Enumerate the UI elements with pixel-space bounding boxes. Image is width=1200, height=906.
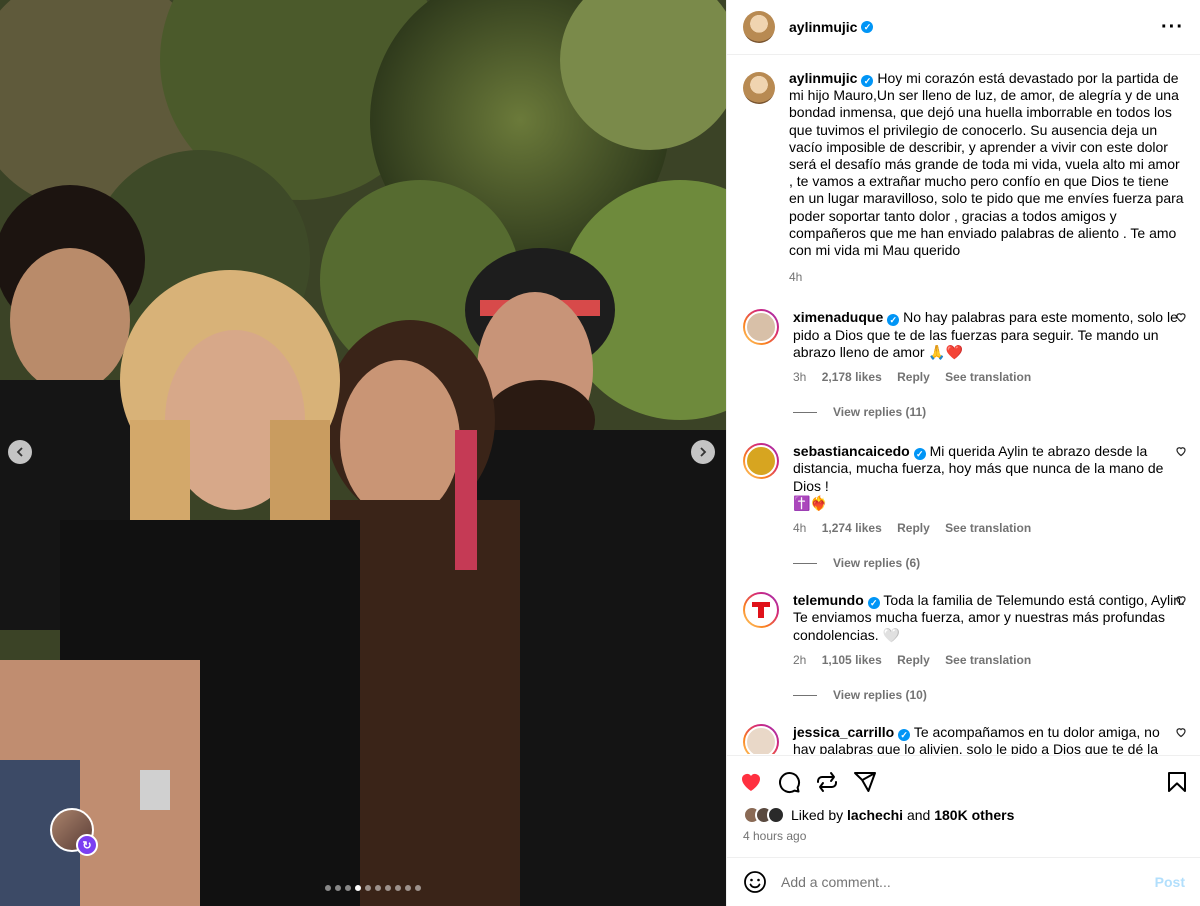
view-replies-button[interactable]: View replies (6) (793, 556, 1200, 570)
post-photo[interactable]: ↻ (0, 0, 726, 906)
comment: telemundo ✓ Toda la familia de Telemundo … (727, 592, 1200, 669)
reply-button[interactable]: Reply (897, 370, 930, 384)
next-image-button[interactable] (691, 440, 715, 464)
verified-icon: ✓ (913, 448, 926, 461)
tagged-users-icon[interactable]: ↻ (76, 834, 98, 856)
likes-summary[interactable]: Liked by lachechi and 180K others (743, 806, 1014, 824)
reply-button[interactable]: Reply (897, 653, 930, 667)
share-icon[interactable] (853, 770, 877, 794)
verified-icon: ✓ (887, 314, 900, 327)
like-comment-icon[interactable] (1175, 311, 1187, 323)
post-timestamp[interactable]: 4 hours ago (743, 829, 806, 843)
chevron-right-icon (700, 447, 707, 457)
commenter-avatar[interactable] (743, 724, 779, 754)
carousel-dot (375, 885, 381, 891)
commenter-username[interactable]: telemundo (793, 592, 864, 608)
commenter-username[interactable]: sebastiancaicedo (793, 443, 910, 459)
liked-by-and: and (906, 807, 931, 823)
verified-icon: ✓ (898, 729, 911, 742)
author-username[interactable]: aylinmujic (789, 19, 857, 35)
see-translation-button[interactable]: See translation (945, 521, 1031, 535)
post-panel: aylinmujic ✓ ··· aylinmujic ✓ Hoy mi cora… (726, 0, 1200, 906)
post-header: aylinmujic ✓ ··· (727, 0, 1200, 55)
verified-icon: ✓ (861, 21, 874, 33)
liked-by-others[interactable]: 180K others (934, 807, 1014, 823)
post-image (0, 0, 726, 906)
replies-divider (793, 694, 817, 696)
liked-by-user[interactable]: lachechi (847, 807, 903, 823)
post-actions (727, 755, 1200, 807)
repost-icon[interactable] (815, 770, 839, 794)
comment: ximenaduque ✓ No hay palabras para este m… (727, 309, 1200, 386)
comment-time: 3h (793, 370, 807, 385)
like-comment-icon[interactable] (1175, 594, 1187, 606)
comment-emoji: ✝️❤️‍🔥 (793, 494, 828, 511)
comment-time: 4h (793, 521, 807, 536)
add-comment-bar: Post (727, 857, 1200, 906)
commenter-username[interactable]: jessica_carrillo (793, 724, 894, 740)
comment-likes[interactable]: 1,274 likes (822, 521, 882, 535)
comment-icon[interactable] (777, 770, 801, 794)
author-avatar[interactable] (743, 72, 775, 104)
comment: sebastiancaicedo ✓ Mi querida Aylin te ab… (727, 443, 1200, 537)
comment: jessica_carrillo ✓ Te acompañamos en tu d… (727, 724, 1200, 754)
carousel-dot (385, 885, 391, 891)
bookmark-icon[interactable] (1165, 770, 1189, 794)
commenter-avatar[interactable] (743, 309, 779, 346)
view-replies-label: View replies (11) (833, 405, 927, 420)
telemundo-logo-icon (752, 602, 770, 619)
caption-time: 4h (789, 270, 803, 285)
caption-text: Hoy mi corazón está devastado por la par… (789, 70, 1184, 259)
carousel-dot (325, 885, 331, 891)
post-comment-button[interactable]: Post (1155, 874, 1185, 890)
like-icon[interactable] (739, 770, 763, 794)
previous-image-button[interactable] (8, 440, 32, 464)
carousel-indicator (325, 885, 421, 891)
like-comment-icon[interactable] (1175, 726, 1187, 738)
see-translation-button[interactable]: See translation (945, 370, 1031, 384)
like-comment-icon[interactable] (1175, 445, 1187, 457)
carousel-dot (365, 885, 371, 891)
reply-button[interactable]: Reply (897, 521, 930, 535)
post-caption: aylinmujic ✓ Hoy mi corazón está devastad… (727, 56, 1200, 286)
comment-likes[interactable]: 1,105 likes (822, 653, 882, 667)
emoji-icon[interactable] (743, 870, 767, 894)
commenter-username[interactable]: ximenaduque (793, 309, 883, 325)
see-translation-button[interactable]: See translation (945, 653, 1031, 667)
verified-icon: ✓ (867, 597, 880, 610)
carousel-dot (345, 885, 351, 891)
author-avatar[interactable] (743, 11, 775, 43)
carousel-dot (415, 885, 421, 891)
add-comment-input[interactable] (781, 874, 1121, 890)
commenter-avatar[interactable] (743, 443, 779, 480)
carousel-dot (335, 885, 341, 891)
view-replies-label: View replies (6) (833, 556, 921, 571)
chevron-left-icon (16, 447, 23, 457)
replies-divider (793, 562, 817, 564)
view-replies-label: View replies (10) (833, 688, 927, 703)
liker-avatar (767, 806, 785, 824)
view-replies-button[interactable]: View replies (11) (793, 405, 1200, 419)
caption-username[interactable]: aylinmujic (789, 70, 857, 86)
commenter-avatar[interactable] (743, 592, 779, 629)
view-replies-button[interactable]: View replies (10) (793, 688, 1200, 702)
carousel-dot-active (355, 885, 361, 891)
verified-icon: ✓ (861, 75, 874, 87)
liked-by-prefix: Liked by (791, 807, 844, 823)
comment-likes[interactable]: 2,178 likes (822, 370, 882, 384)
carousel-dot (395, 885, 401, 891)
replies-divider (793, 411, 817, 413)
carousel-dot (405, 885, 411, 891)
comment-time: 2h (793, 652, 807, 667)
comments-scroll[interactable]: aylinmujic ✓ Hoy mi corazón está devastad… (727, 56, 1200, 754)
more-options-icon[interactable]: ··· (1161, 16, 1184, 39)
